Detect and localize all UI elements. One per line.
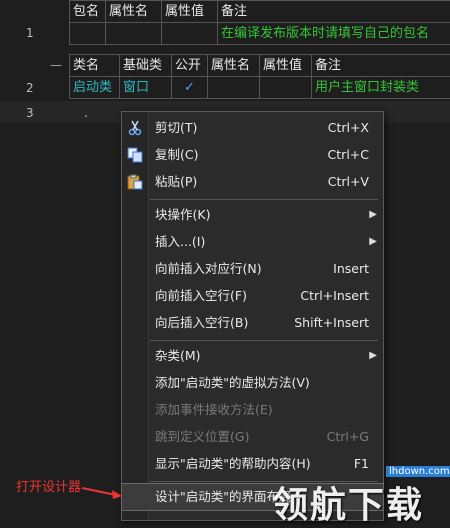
submenu-arrow-icon: ▶ bbox=[369, 202, 377, 228]
menu-item-cut[interactable]: 剪切(T) Ctrl+X bbox=[122, 115, 383, 141]
menu-shortcut: Shift+Insert bbox=[294, 310, 369, 336]
header-cell[interactable]: 公开 bbox=[172, 55, 208, 77]
menu-shortcut: Ctrl+X bbox=[328, 115, 369, 141]
menu-label: 插入...(I) bbox=[155, 229, 205, 255]
class-table-row: 启动类 窗口 ✓ 用户主窗口封装类 bbox=[70, 77, 450, 99]
package-table: 包名 属性名 属性值 备注 在编译发布版本时请填写自己的包名 bbox=[69, 0, 450, 45]
property-name-cell[interactable] bbox=[106, 23, 162, 45]
menu-shortcut: Ctrl+Insert bbox=[300, 283, 369, 309]
remark-cell[interactable]: 在编译发布版本时请填写自己的包名 bbox=[218, 23, 450, 45]
line-number-2: 2 bbox=[26, 81, 46, 95]
property-name-cell[interactable] bbox=[208, 77, 260, 99]
line-number-3: 3 bbox=[26, 106, 46, 120]
menu-label: 向后插入空行(B) bbox=[155, 310, 248, 336]
menu-label: 块操作(K) bbox=[155, 202, 210, 228]
header-cell[interactable]: 类名 bbox=[70, 55, 120, 77]
class-table: 类名 基础类 公开 属性名 属性值 备注 启动类 窗口 ✓ 用户主窗口封装类 bbox=[69, 54, 450, 99]
menu-item-insert[interactable]: 插入...(I) ▶ bbox=[122, 229, 383, 255]
menu-label: 杂类(M) bbox=[155, 343, 201, 369]
menu-shortcut: Ctrl+G bbox=[327, 424, 369, 450]
menu-item-misc[interactable]: 杂类(M) ▶ bbox=[122, 343, 383, 369]
annotation-arrow-icon bbox=[80, 484, 124, 502]
class-name-cell[interactable]: 启动类 bbox=[70, 77, 120, 99]
menu-item-block-ops[interactable]: 块操作(K) ▶ bbox=[122, 202, 383, 228]
watermark-logo: 领航下载 bbox=[270, 470, 450, 519]
menu-item-add-virtual-method[interactable]: 添加"启动类"的虚拟方法(V) bbox=[122, 370, 383, 396]
menu-separator bbox=[150, 340, 378, 341]
header-cell[interactable]: 包名 bbox=[70, 1, 106, 23]
menu-item-paste[interactable]: 粘贴(P) Ctrl+V bbox=[122, 169, 383, 195]
paste-icon bbox=[127, 174, 143, 190]
menu-item-insert-matching-row[interactable]: 向前插入对应行(N) Insert bbox=[122, 256, 383, 282]
menu-label: 复制(C) bbox=[155, 142, 198, 168]
collapse-toggle[interactable]: — bbox=[50, 58, 62, 72]
menu-label: 添加事件接收方法(E) bbox=[155, 397, 273, 423]
menu-label: 添加"启动类"的虚拟方法(V) bbox=[155, 370, 310, 396]
remark-cell[interactable]: 用户主窗口封装类 bbox=[312, 77, 450, 99]
menu-item-goto-definition[interactable]: 跳到定义位置(G) Ctrl+G bbox=[122, 424, 383, 450]
header-cell[interactable]: 属性名 bbox=[208, 55, 260, 77]
menu-item-add-event-method[interactable]: 添加事件接收方法(E) bbox=[122, 397, 383, 423]
submenu-arrow-icon: ▶ bbox=[369, 343, 377, 369]
menu-label: 跳到定义位置(G) bbox=[155, 424, 249, 450]
menu-item-insert-blank-before[interactable]: 向前插入空行(F) Ctrl+Insert bbox=[122, 283, 383, 309]
copy-icon bbox=[127, 147, 143, 163]
property-value-cell[interactable] bbox=[260, 77, 312, 99]
header-cell[interactable]: 属性值 bbox=[260, 55, 312, 77]
package-table-row: 在编译发布版本时请填写自己的包名 bbox=[70, 23, 450, 45]
header-cell[interactable]: 备注 bbox=[312, 55, 450, 77]
watermark-text: 领航下载 bbox=[272, 476, 424, 528]
package-name-cell[interactable] bbox=[70, 23, 106, 45]
base-class-cell[interactable]: 窗口 bbox=[120, 77, 172, 99]
context-menu: 剪切(T) Ctrl+X 复制(C) Ctrl+C 粘贴(P) Ctrl+V 块… bbox=[121, 111, 384, 521]
menu-item-copy[interactable]: 复制(C) Ctrl+C bbox=[122, 142, 383, 168]
line-number-1: 1 bbox=[26, 26, 46, 40]
menu-shortcut: Ctrl+V bbox=[328, 169, 369, 195]
menu-label: 粘贴(P) bbox=[155, 169, 197, 195]
public-check-icon[interactable]: ✓ bbox=[172, 77, 208, 99]
header-cell[interactable]: 属性值 bbox=[162, 1, 218, 23]
line-3-content[interactable]: . bbox=[84, 106, 88, 120]
package-table-header: 包名 属性名 属性值 备注 bbox=[70, 1, 450, 23]
menu-item-insert-blank-after[interactable]: 向后插入空行(B) Shift+Insert bbox=[122, 310, 383, 336]
submenu-arrow-icon: ▶ bbox=[369, 229, 377, 255]
menu-separator bbox=[150, 199, 378, 200]
header-cell[interactable]: 备注 bbox=[218, 1, 450, 23]
menu-label: 向前插入空行(F) bbox=[155, 283, 247, 309]
class-table-header: 类名 基础类 公开 属性名 属性值 备注 bbox=[70, 55, 450, 77]
annotation-label: 打开设计器 bbox=[16, 476, 81, 495]
menu-shortcut: Insert bbox=[333, 256, 369, 282]
menu-label: 剪切(T) bbox=[155, 115, 197, 141]
header-cell[interactable]: 属性名 bbox=[106, 1, 162, 23]
menu-label: 向前插入对应行(N) bbox=[155, 256, 262, 282]
property-value-cell[interactable] bbox=[162, 23, 218, 45]
menu-shortcut: Ctrl+C bbox=[328, 142, 369, 168]
scissors-icon bbox=[127, 120, 143, 136]
header-cell[interactable]: 基础类 bbox=[120, 55, 172, 77]
